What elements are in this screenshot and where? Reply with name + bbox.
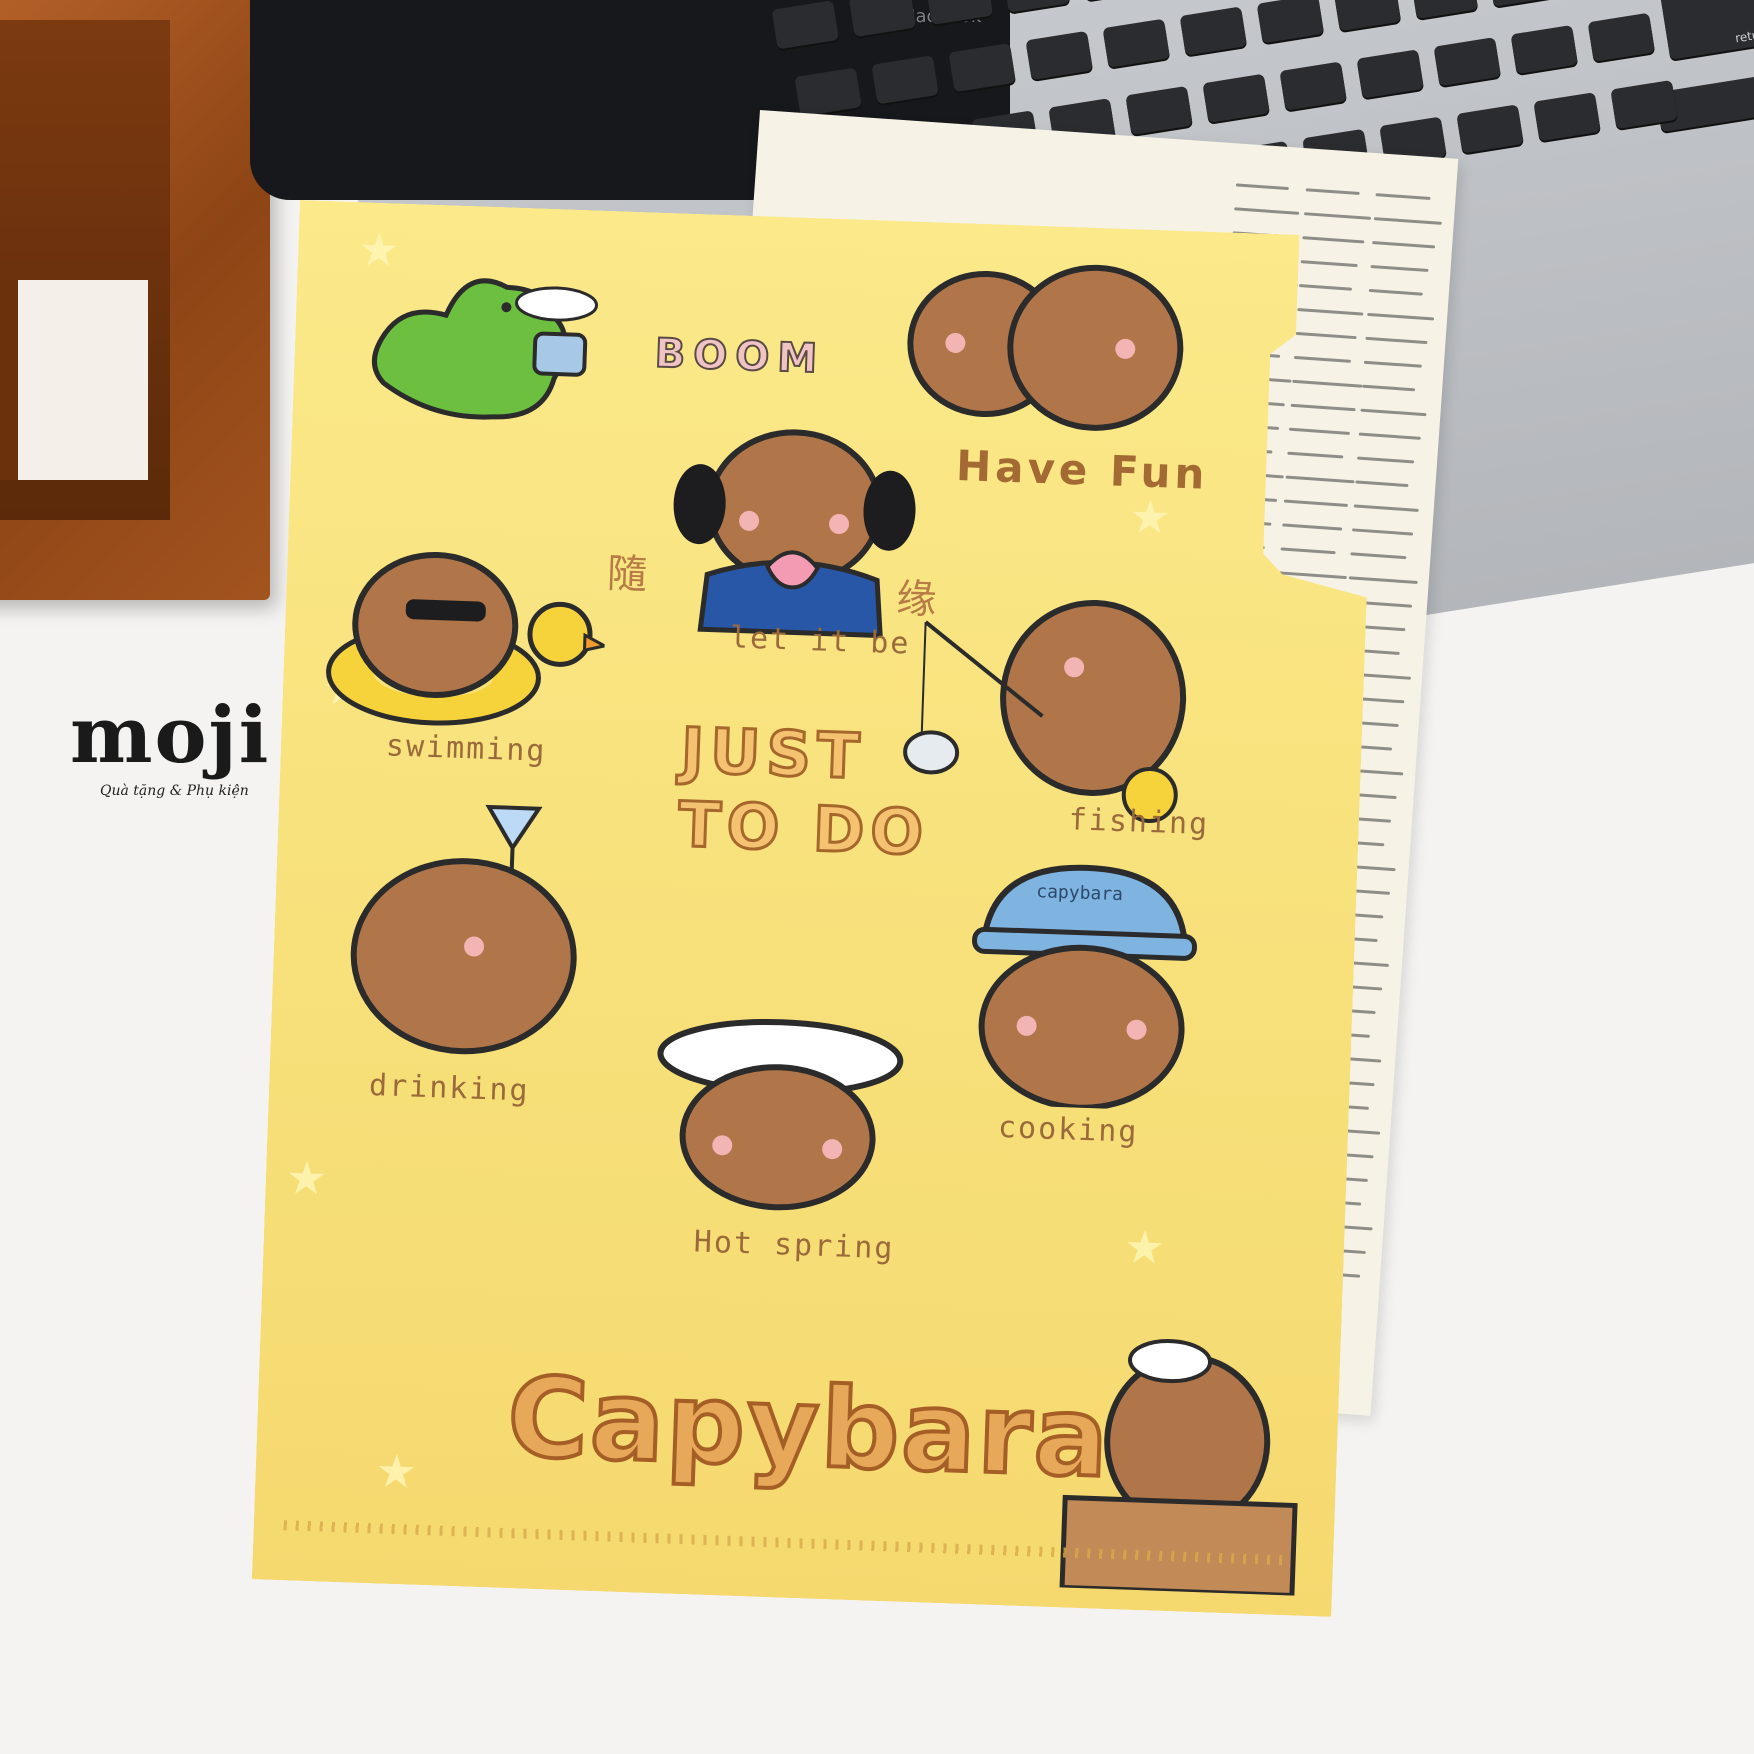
caption-hot-spring: Hot spring (693, 1224, 895, 1267)
star-icon: ★ (374, 1443, 418, 1499)
newspaper-text-line (1373, 217, 1442, 225)
caption-have-fun: Have Fun (955, 441, 1210, 499)
newspaper-text-line (1234, 207, 1300, 215)
keyboard-key (1533, 92, 1601, 142)
brand-logo: moji (70, 690, 271, 781)
capybara-folder: ★ ★ ★ ★ ★ ★ BOOM Have Fun (252, 200, 1380, 1617)
headline-line-1: JUST (678, 712, 868, 794)
capybara-swimming-illustration (326, 551, 609, 726)
capybara-hot-spring-illustration (657, 1019, 904, 1211)
folder-title: Capybara (503, 1351, 1114, 1504)
newspaper-text-line (1375, 193, 1431, 200)
capybara-drinking-illustration (350, 804, 577, 1055)
product-photo: MacBook delete return shift moji Quà tặn… (0, 0, 1754, 1754)
caption-cooking: cooking (997, 1109, 1140, 1150)
crocodile-illustration (371, 278, 599, 420)
caption-drinking: drinking (368, 1067, 531, 1109)
caption-fishing: fishing (1068, 802, 1210, 843)
keyboard-key (1125, 85, 1193, 136)
keyboard-key (1510, 24, 1579, 75)
keyboard-key (1433, 37, 1501, 87)
keyboard-key (1410, 0, 1479, 20)
keyboard-key (948, 43, 1016, 93)
newspaper-text-line (1370, 264, 1429, 273)
caption-let-it-be: let it be (729, 620, 912, 662)
keyboard-key (1025, 30, 1093, 81)
keyboard-key (1256, 0, 1325, 44)
hat-text: capybara (1035, 881, 1124, 906)
capybaras-hugging-illustration (907, 264, 1184, 431)
keyboard-key (1002, 0, 1071, 13)
keyboard-key (848, 0, 917, 38)
key-return: return (1657, 0, 1754, 60)
keyboard-key (871, 55, 939, 105)
newspaper-text-line (1303, 212, 1371, 220)
keyboard-key (1102, 18, 1171, 68)
keyboard-key (1487, 0, 1556, 7)
newspaper-text-line (1305, 188, 1360, 195)
brand-tagline: Quà tặng & Phụ kiện (100, 783, 249, 799)
wooden-frame-window (0, 280, 148, 480)
capybara-fishing-illustration (903, 599, 1187, 824)
keyboard-key (1279, 61, 1347, 111)
star-icon: ★ (1128, 489, 1172, 545)
keyboard-key (1587, 12, 1656, 62)
headline-just-to-do: JUST TO DO (676, 712, 933, 871)
keyboard-key (1202, 73, 1270, 123)
star-icon: ★ (284, 1150, 329, 1206)
keyboard-key (1179, 6, 1248, 56)
capybara-headphones-illustration (673, 429, 916, 639)
newspaper-text-line (1367, 312, 1435, 321)
keyboard-key (1333, 0, 1402, 32)
newspaper-text-line (1235, 183, 1289, 191)
boom-text: BOOM (653, 329, 827, 383)
wooden-frame (0, 0, 270, 600)
newspaper-text-line (1372, 241, 1436, 249)
key-label: return (1734, 25, 1754, 46)
keyboard-key (1079, 0, 1148, 1)
caption-swimming: swimming (385, 728, 548, 769)
keyboard-key (771, 0, 840, 50)
keyboard-key (1356, 49, 1424, 99)
keyboard-key (925, 0, 994, 25)
keyboard-key (794, 67, 862, 117)
keyboard-key (1456, 104, 1524, 154)
star-icon: ★ (1123, 1219, 1167, 1275)
headline-line-2: TO DO (676, 786, 932, 871)
cjk-char-left: 隨 (606, 550, 648, 599)
